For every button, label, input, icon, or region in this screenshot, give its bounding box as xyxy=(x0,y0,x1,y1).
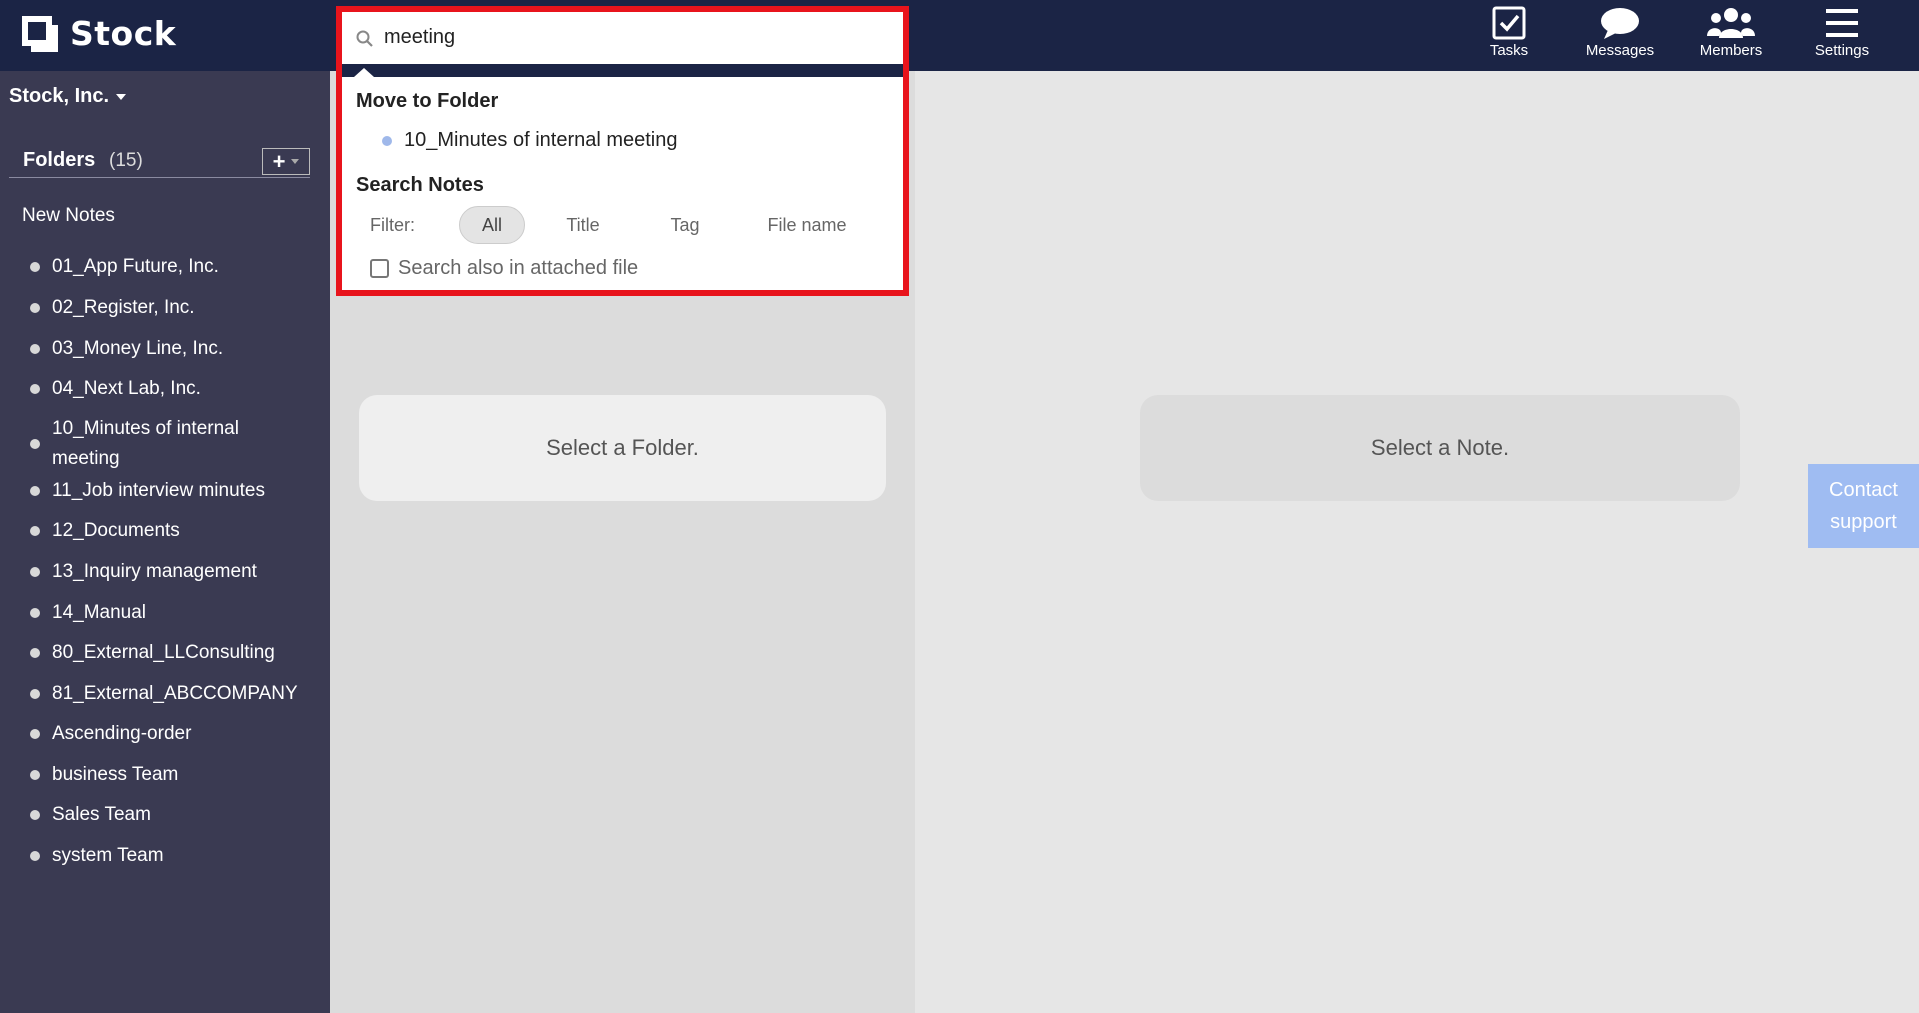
top-header: Stock Tasks Messages Members Settings xyxy=(0,0,1919,71)
folder-item[interactable]: 02_Register, Inc. xyxy=(30,293,320,323)
tasks-icon xyxy=(1492,6,1526,40)
app-logo[interactable]: Stock xyxy=(22,14,176,53)
nav-members-label: Members xyxy=(1699,42,1763,59)
bullet-icon xyxy=(30,384,40,394)
folder-item[interactable]: 03_Money Line, Inc. xyxy=(30,334,320,364)
bullet-icon xyxy=(30,851,40,861)
filter-title[interactable]: Title xyxy=(550,206,616,244)
folder-item[interactable]: system Team xyxy=(30,841,320,871)
search-dropdown: Move to Folder 10_Minutes of internal me… xyxy=(336,6,909,296)
folder-item[interactable]: Ascending-order xyxy=(30,719,320,749)
folder-item[interactable]: 12_Documents xyxy=(30,516,320,546)
select-folder-placeholder: Select a Folder. xyxy=(359,395,886,501)
bullet-icon xyxy=(30,344,40,354)
folder-result-item[interactable]: 10_Minutes of internal meeting xyxy=(382,129,678,152)
bullet-icon xyxy=(30,729,40,739)
attached-file-checkbox[interactable] xyxy=(370,259,389,278)
plus-icon: + xyxy=(272,148,286,174)
bullet-icon xyxy=(30,303,40,313)
logo-icon xyxy=(22,15,58,52)
folder-item[interactable]: 11_Job interview minutes xyxy=(30,476,320,506)
nav-settings[interactable]: Settings xyxy=(1787,0,1897,71)
search-attached-file-option[interactable]: Search also in attached file xyxy=(370,257,638,280)
settings-icon xyxy=(1826,9,1858,37)
messages-icon xyxy=(1601,8,1639,39)
nav-tasks-label: Tasks xyxy=(1489,42,1529,59)
folder-item[interactable]: 80_External_LLConsulting xyxy=(30,638,320,668)
folder-item[interactable]: 14_Manual xyxy=(30,598,320,628)
dropdown-pointer xyxy=(354,68,374,77)
bullet-icon xyxy=(30,648,40,658)
company-switcher[interactable]: Stock, Inc. xyxy=(9,85,127,108)
folders-header: Folders (15) + xyxy=(9,145,310,178)
members-icon xyxy=(1707,8,1755,38)
folder-item[interactable]: 04_Next Lab, Inc. xyxy=(30,374,320,404)
sidebar: Stock, Inc. Folders (15) + New Notes 01_… xyxy=(0,71,330,1013)
filter-tag[interactable]: Tag xyxy=(652,206,718,244)
filter-all[interactable]: All xyxy=(459,206,525,244)
company-name: Stock, Inc. xyxy=(9,85,110,107)
move-to-folder-title: Move to Folder xyxy=(356,90,499,112)
folder-item[interactable]: business Team xyxy=(30,760,320,790)
filter-file-name[interactable]: File name xyxy=(752,206,862,244)
filter-label: Filter: xyxy=(370,215,415,235)
nav-settings-label: Settings xyxy=(1814,42,1870,59)
bullet-icon xyxy=(30,526,40,536)
bullet-icon xyxy=(30,810,40,820)
select-note-placeholder: Select a Note. xyxy=(1140,395,1740,501)
folder-result-label: 10_Minutes of internal meeting xyxy=(404,129,678,151)
bullet-icon xyxy=(382,135,392,146)
attached-file-label: Search also in attached file xyxy=(398,257,639,279)
bullet-icon xyxy=(30,486,40,496)
app-name: Stock xyxy=(70,14,177,53)
folder-item[interactable]: 81_External_ABCCOMPANY xyxy=(30,679,320,709)
folders-count: (15) xyxy=(109,150,143,171)
bullet-icon xyxy=(30,262,40,272)
bullet-icon xyxy=(30,770,40,780)
bullet-icon xyxy=(30,689,40,699)
contact-support-button[interactable]: Contact support xyxy=(1808,464,1919,548)
bullet-icon xyxy=(30,567,40,577)
nav-members[interactable]: Members xyxy=(1676,0,1786,71)
folders-title: Folders xyxy=(23,149,96,171)
search-input[interactable] xyxy=(384,22,884,52)
folder-item[interactable]: 01_App Future, Inc. xyxy=(30,252,320,282)
chevron-down-icon xyxy=(291,159,300,164)
folder-item[interactable]: 13_Inquiry management xyxy=(30,557,320,587)
search-notes-title: Search Notes xyxy=(356,174,484,196)
chevron-down-icon xyxy=(116,93,127,100)
nav-messages-label: Messages xyxy=(1585,42,1655,59)
bullet-icon xyxy=(30,439,40,449)
add-folder-button[interactable]: + xyxy=(262,148,310,175)
header-strip xyxy=(342,64,903,77)
search-icon xyxy=(356,30,373,47)
nav-messages[interactable]: Messages xyxy=(1565,0,1675,71)
search-bar xyxy=(342,12,903,64)
nav-tasks[interactable]: Tasks xyxy=(1454,0,1564,71)
folder-item[interactable]: 10_Minutes of internal meeting xyxy=(30,414,260,474)
new-notes-link[interactable]: New Notes xyxy=(22,205,115,227)
folder-item[interactable]: Sales Team xyxy=(30,800,320,830)
bullet-icon xyxy=(30,608,40,618)
